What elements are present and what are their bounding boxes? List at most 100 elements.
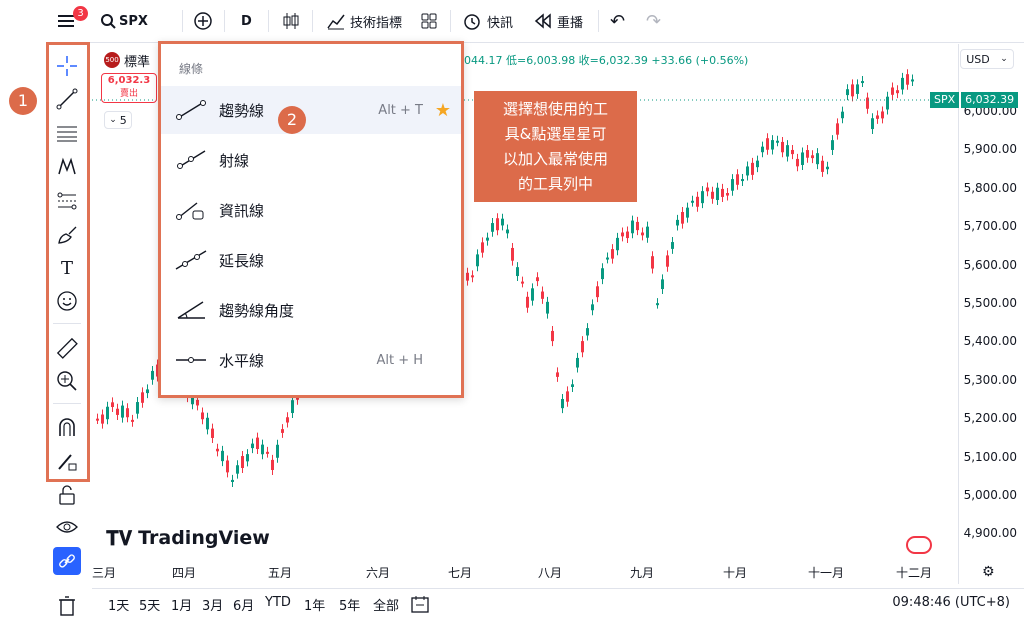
period-button[interactable]: 1月: [171, 595, 192, 614]
dropdown-item-5[interactable]: 趨勢線角度: [161, 286, 461, 334]
brush-tool[interactable]: [55, 223, 79, 247]
candle-body: [591, 304, 594, 311]
sync-drawings-button[interactable]: [53, 547, 81, 575]
time-tick: 八月: [538, 566, 563, 580]
period-button[interactable]: 6月: [233, 595, 254, 614]
candle-body: [471, 275, 474, 278]
candle-body: [281, 429, 284, 433]
measure-tool[interactable]: [55, 336, 79, 360]
candle-body: [501, 218, 504, 226]
hide-drawings-button[interactable]: [55, 515, 79, 539]
candle-body: [651, 256, 654, 269]
candle-body: [581, 341, 584, 353]
chevron-down-icon: ⌄: [109, 115, 117, 125]
magnet-icon: [59, 418, 75, 436]
indicators-collapse-button[interactable]: ⌄ 5: [104, 111, 132, 129]
divider: [598, 10, 599, 32]
clock[interactable]: 09:48:46 (UTC+8): [892, 595, 1010, 610]
forecast-tool[interactable]: [55, 189, 79, 213]
lock-drawing-tool[interactable]: [55, 449, 79, 473]
text-tool[interactable]: T: [55, 256, 79, 280]
candle-body: [776, 140, 779, 143]
candle-body: [786, 145, 789, 157]
period-button[interactable]: 5天: [139, 595, 160, 614]
candle-body: [691, 200, 694, 203]
lock-all-button[interactable]: [55, 483, 79, 507]
undo-button[interactable]: ↶: [610, 10, 625, 32]
candle-body: [726, 193, 729, 196]
candle-body: [771, 140, 774, 150]
dropdown-item-3[interactable]: 資訊線: [161, 186, 461, 234]
candle-body: [821, 160, 824, 172]
dropdown-item-6[interactable]: 水平線 Alt + H: [161, 336, 461, 384]
fib-tool[interactable]: [55, 121, 79, 145]
alarm-clock-icon: [464, 14, 480, 30]
period-button[interactable]: 1年: [304, 595, 325, 614]
candle-body: [841, 111, 844, 119]
candle-body: [96, 418, 99, 421]
star-icon[interactable]: ★: [435, 100, 451, 121]
period-button[interactable]: 5年: [339, 595, 360, 614]
dropdown-item-1[interactable]: 趨勢線 Alt + T ★: [161, 86, 461, 134]
currency-selector[interactable]: USD ⌄: [960, 49, 1014, 69]
date-range-button[interactable]: [410, 594, 430, 618]
chart-settings-button[interactable]: ⚙: [982, 564, 995, 580]
candle-body: [491, 223, 494, 232]
candle-body: [871, 118, 874, 130]
symbol-name: 標準: [124, 55, 151, 70]
remove-drawings-button[interactable]: [55, 594, 79, 618]
top-toolbar: 3 SPX D 技術指標 快訊 重播 ↶ ↷: [0, 0, 1024, 43]
divider: [53, 323, 81, 324]
indicators-button[interactable]: 技術指標: [326, 10, 402, 32]
compare-button[interactable]: [193, 10, 213, 32]
time-tick: 十二月: [896, 566, 933, 580]
bottom-toolbar: 1天 5天 1月 3月 6月 YTD 1年 5年 全部 09:48:46 (UTC+8): [92, 588, 1024, 619]
period-button[interactable]: 全部: [373, 595, 399, 614]
step-marker-2: 2: [278, 106, 306, 134]
layouts-button[interactable]: [420, 10, 438, 32]
candle-body: [256, 437, 259, 450]
candle-body: [276, 444, 279, 458]
shortcut-label: Alt + T: [378, 102, 423, 118]
divider: [224, 10, 225, 32]
indicators-icon: [327, 14, 345, 30]
emoji-tool[interactable]: [55, 289, 79, 313]
symbol-search-button[interactable]: SPX: [100, 10, 148, 32]
crosshair-tool[interactable]: [55, 54, 79, 78]
candle-body: [576, 357, 579, 368]
candle-body: [836, 123, 839, 135]
candle-body: [251, 443, 254, 449]
candle-body: [741, 179, 744, 182]
price-axis[interactable]: 6,000.00 5,900.00 5,800.00 5,700.00 5,600.00…: [958, 44, 1024, 584]
candle-body: [291, 400, 294, 414]
link-icon: [59, 554, 75, 568]
candle-body: [196, 399, 199, 406]
period-button[interactable]: YTD: [265, 595, 291, 610]
period-button[interactable]: 3月: [202, 595, 223, 614]
interval-button[interactable]: D: [241, 10, 252, 32]
dropdown-item-2[interactable]: 射線: [161, 136, 461, 184]
price-tick: 5,100.00: [963, 449, 1017, 464]
flag-icon[interactable]: [906, 536, 932, 554]
time-axis[interactable]: 三月 四月 五月 六月 七月 八月 九月 十月 十一月 十二月: [92, 560, 958, 584]
candle-body: [851, 84, 854, 97]
sell-button[interactable]: 6,032.3 賣出: [101, 73, 157, 103]
replay-button[interactable]: 重播: [534, 10, 583, 32]
zoom-tool[interactable]: [55, 369, 79, 393]
replay-label: 重播: [557, 15, 584, 31]
dropdown-item-4[interactable]: 延長線: [161, 236, 461, 284]
candle-body: [606, 257, 609, 260]
trend-line-tool[interactable]: [55, 87, 79, 111]
indicators-label: 技術指標: [350, 15, 403, 31]
alert-button[interactable]: 快訊: [462, 10, 513, 32]
pattern-tool[interactable]: [55, 155, 79, 179]
magnet-tool[interactable]: [55, 415, 79, 439]
candle-body: [846, 89, 849, 96]
redo-button[interactable]: ↷: [646, 10, 661, 32]
period-button[interactable]: 1天: [108, 595, 129, 614]
symbol-tag: SPX: [930, 92, 960, 108]
trash-icon: [59, 596, 75, 616]
candle-body: [696, 196, 699, 207]
chart-type-button[interactable]: [282, 10, 300, 32]
candle-body: [206, 417, 209, 430]
